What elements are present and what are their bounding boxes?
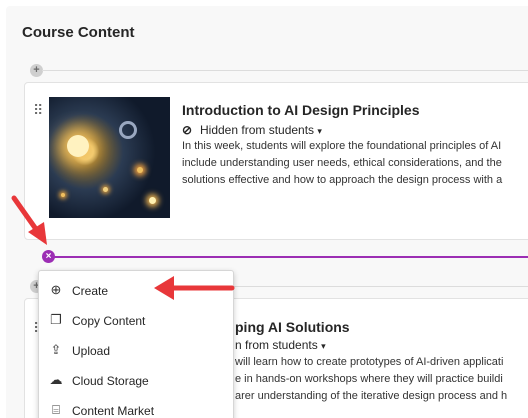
- insert-content-row-active[interactable]: ×: [42, 250, 528, 264]
- visibility-label: Hidden from students: [200, 123, 315, 137]
- item-description-line: In this week, students will explore the …: [182, 140, 502, 152]
- add-content-row-top[interactable]: +: [30, 64, 528, 78]
- content-item-card[interactable]: ⠿ Introduction to AI Design Principles ⊘…: [24, 82, 528, 240]
- menu-item-cloud-storage[interactable]: ☁ Cloud Storage: [39, 366, 235, 396]
- visibility-toggle[interactable]: ⊘ Hidden from students ▾: [182, 123, 322, 137]
- drag-handle-icon[interactable]: ⠿: [33, 103, 43, 117]
- item-description-line: solutions effective and how to approach …: [182, 174, 503, 186]
- chevron-down-icon: ▾: [321, 341, 326, 351]
- item-thumbnail: [49, 97, 170, 218]
- visibility-label: n from students: [235, 338, 318, 352]
- create-menu: ⊕ Create ❐ Copy Content ⇪ Upload ☁ Cloud…: [38, 270, 234, 418]
- item-description-line: arer understanding of the iterative desi…: [235, 390, 508, 402]
- market-icon: ⌸: [52, 402, 60, 417]
- eye-slash-icon: ⊘: [182, 123, 193, 137]
- cloud-icon: ☁: [49, 372, 63, 387]
- item-title[interactable]: ping AI Solutions: [235, 319, 350, 335]
- page-title: Course Content: [22, 24, 135, 41]
- menu-item-label: Content Market: [72, 404, 155, 418]
- plus-circle-icon: ⊕: [50, 282, 62, 297]
- item-title[interactable]: Introduction to AI Design Principles: [182, 102, 420, 118]
- menu-item-label: Create: [72, 284, 109, 298]
- insert-divider: [54, 256, 528, 258]
- menu-item-content-market[interactable]: ⌸ Content Market: [39, 396, 235, 418]
- menu-item-create[interactable]: ⊕ Create: [39, 276, 235, 306]
- visibility-toggle[interactable]: n from students ▾: [235, 338, 326, 352]
- menu-item-copy-content[interactable]: ❐ Copy Content: [39, 306, 235, 336]
- menu-item-upload[interactable]: ⇪ Upload: [39, 336, 235, 366]
- copy-icon: ❐: [50, 312, 62, 327]
- chevron-down-icon: ▾: [317, 126, 322, 136]
- menu-item-label: Cloud Storage: [72, 374, 149, 388]
- item-description-line: e in hands-on workshops where they will …: [235, 373, 503, 385]
- divider: [42, 70, 528, 71]
- menu-item-label: Upload: [72, 344, 111, 358]
- item-description-line: include understanding user needs, ethica…: [182, 157, 502, 169]
- item-description-line: will learn how to create prototypes of A…: [235, 356, 504, 368]
- menu-item-label: Copy Content: [72, 314, 146, 328]
- upload-icon: ⇪: [50, 342, 62, 357]
